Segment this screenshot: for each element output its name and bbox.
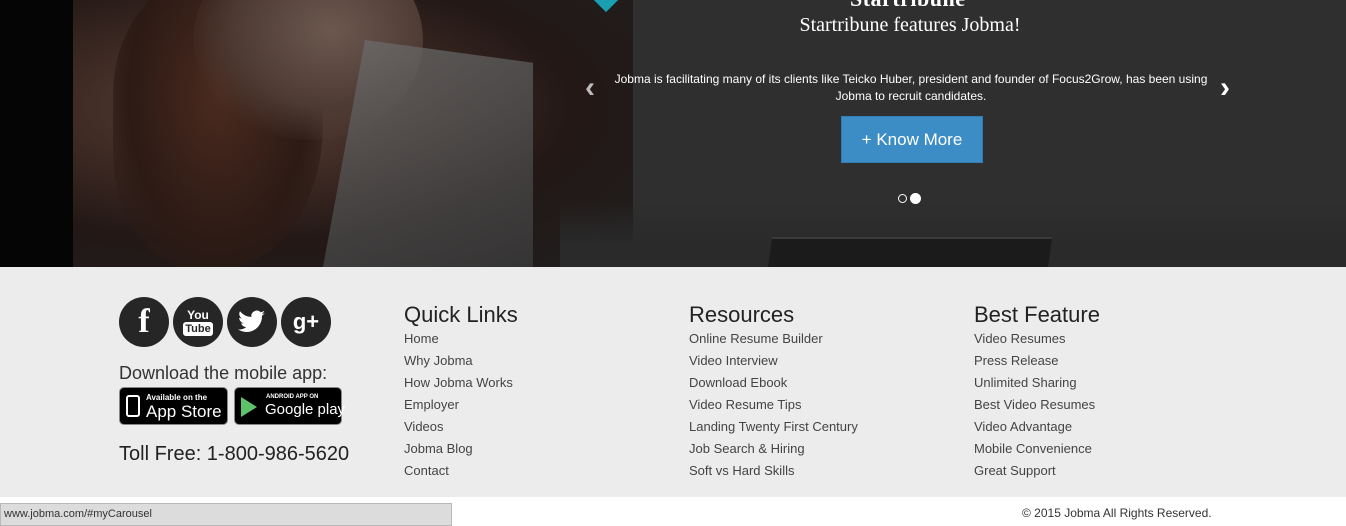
resource-link[interactable]: Soft vs Hard Skills <box>689 460 858 482</box>
quick-link-videos[interactable]: Videos <box>404 416 518 438</box>
hero-text: Jobma is facilitating many of its client… <box>614 72 1208 103</box>
resource-link[interactable]: Video Interview <box>689 350 858 372</box>
social-links: f You Tube g+ <box>119 297 331 347</box>
quick-link-employer[interactable]: Employer <box>404 394 518 416</box>
carousel-next-arrow-icon[interactable]: › <box>1220 73 1238 103</box>
resources-heading: Resources <box>689 302 795 327</box>
copyright-text: © 2015 Jobma All Rights Reserved. <box>1022 506 1212 520</box>
hero-title: Startribune features Jobma! <box>799 14 1021 36</box>
carousel-indicator-2[interactable] <box>910 193 921 204</box>
hero-photo <box>73 0 633 267</box>
hero-laptop <box>767 237 1053 267</box>
youtube-icon-bottom: Tube <box>183 321 213 336</box>
resource-link[interactable]: Landing Twenty First Century <box>689 416 858 438</box>
feature-link[interactable]: Mobile Convenience <box>974 438 1100 460</box>
feature-link[interactable]: Best Video Resumes <box>974 394 1100 416</box>
hero-carousel: Startribune Startribune features Jobma! … <box>0 0 1346 267</box>
best-feature-heading: Best Feature <box>974 302 1100 327</box>
carousel-indicators <box>898 193 921 204</box>
feature-link[interactable]: Video Resumes <box>974 328 1100 350</box>
carousel-indicator-1[interactable] <box>898 194 907 203</box>
resource-link[interactable]: Online Resume Builder <box>689 328 858 350</box>
quick-links-column: Quick Links Home Why Jobma How Jobma Wor… <box>404 302 518 482</box>
toll-free-number: Toll Free: 1-800-986-5620 <box>119 443 350 465</box>
quick-link-home[interactable]: Home <box>404 328 518 350</box>
google-plus-icon[interactable]: g+ <box>281 297 331 347</box>
resource-link[interactable]: Job Search & Hiring <box>689 438 858 460</box>
quick-links-heading: Quick Links <box>404 302 518 327</box>
google-play-badge[interactable]: ANDROID APP ON Google play <box>234 387 346 425</box>
play-icon <box>241 397 257 417</box>
app-store-badge[interactable]: Available on the App Store <box>119 387 228 425</box>
resource-link[interactable]: Video Resume Tips <box>689 394 858 416</box>
quick-link-contact[interactable]: Contact <box>404 460 518 482</box>
hero-left-strip <box>0 0 73 267</box>
quick-link-jobma-blog[interactable]: Jobma Blog <box>404 438 518 460</box>
best-feature-column: Best Feature Video Resumes Press Release… <box>974 302 1100 482</box>
facebook-icon[interactable]: f <box>119 297 169 347</box>
google-play-small: ANDROID APP ON <box>266 394 319 400</box>
youtube-icon[interactable]: You Tube <box>173 297 223 347</box>
feature-link[interactable]: Unlimited Sharing <box>974 372 1100 394</box>
phone-icon <box>126 395 140 417</box>
youtube-icon-top: You <box>187 307 209 322</box>
quick-link-how-jobma-works[interactable]: How Jobma Works <box>404 372 518 394</box>
feature-link[interactable]: Press Release <box>974 350 1100 372</box>
resources-column: Resources Online Resume Builder Video In… <box>689 302 858 482</box>
browser-status-bar: www.jobma.com/#myCarousel <box>0 503 452 526</box>
feature-link[interactable]: Video Advantage <box>974 416 1100 438</box>
feature-link[interactable]: Great Support <box>974 460 1100 482</box>
app-store-big: App Store <box>146 402 222 421</box>
resource-link[interactable]: Download Ebook <box>689 372 858 394</box>
hero-heading-partial: Startribune <box>850 0 966 12</box>
app-store-small: Available on the <box>146 393 208 402</box>
quick-link-why-jobma[interactable]: Why Jobma <box>404 350 518 372</box>
know-more-button[interactable]: + Know More <box>841 116 983 163</box>
download-app-label: Download the mobile app: <box>119 363 328 383</box>
google-play-big: Google play <box>265 401 346 418</box>
twitter-icon[interactable] <box>227 297 277 347</box>
carousel-prev-arrow-icon[interactable]: ‹ <box>585 73 603 103</box>
